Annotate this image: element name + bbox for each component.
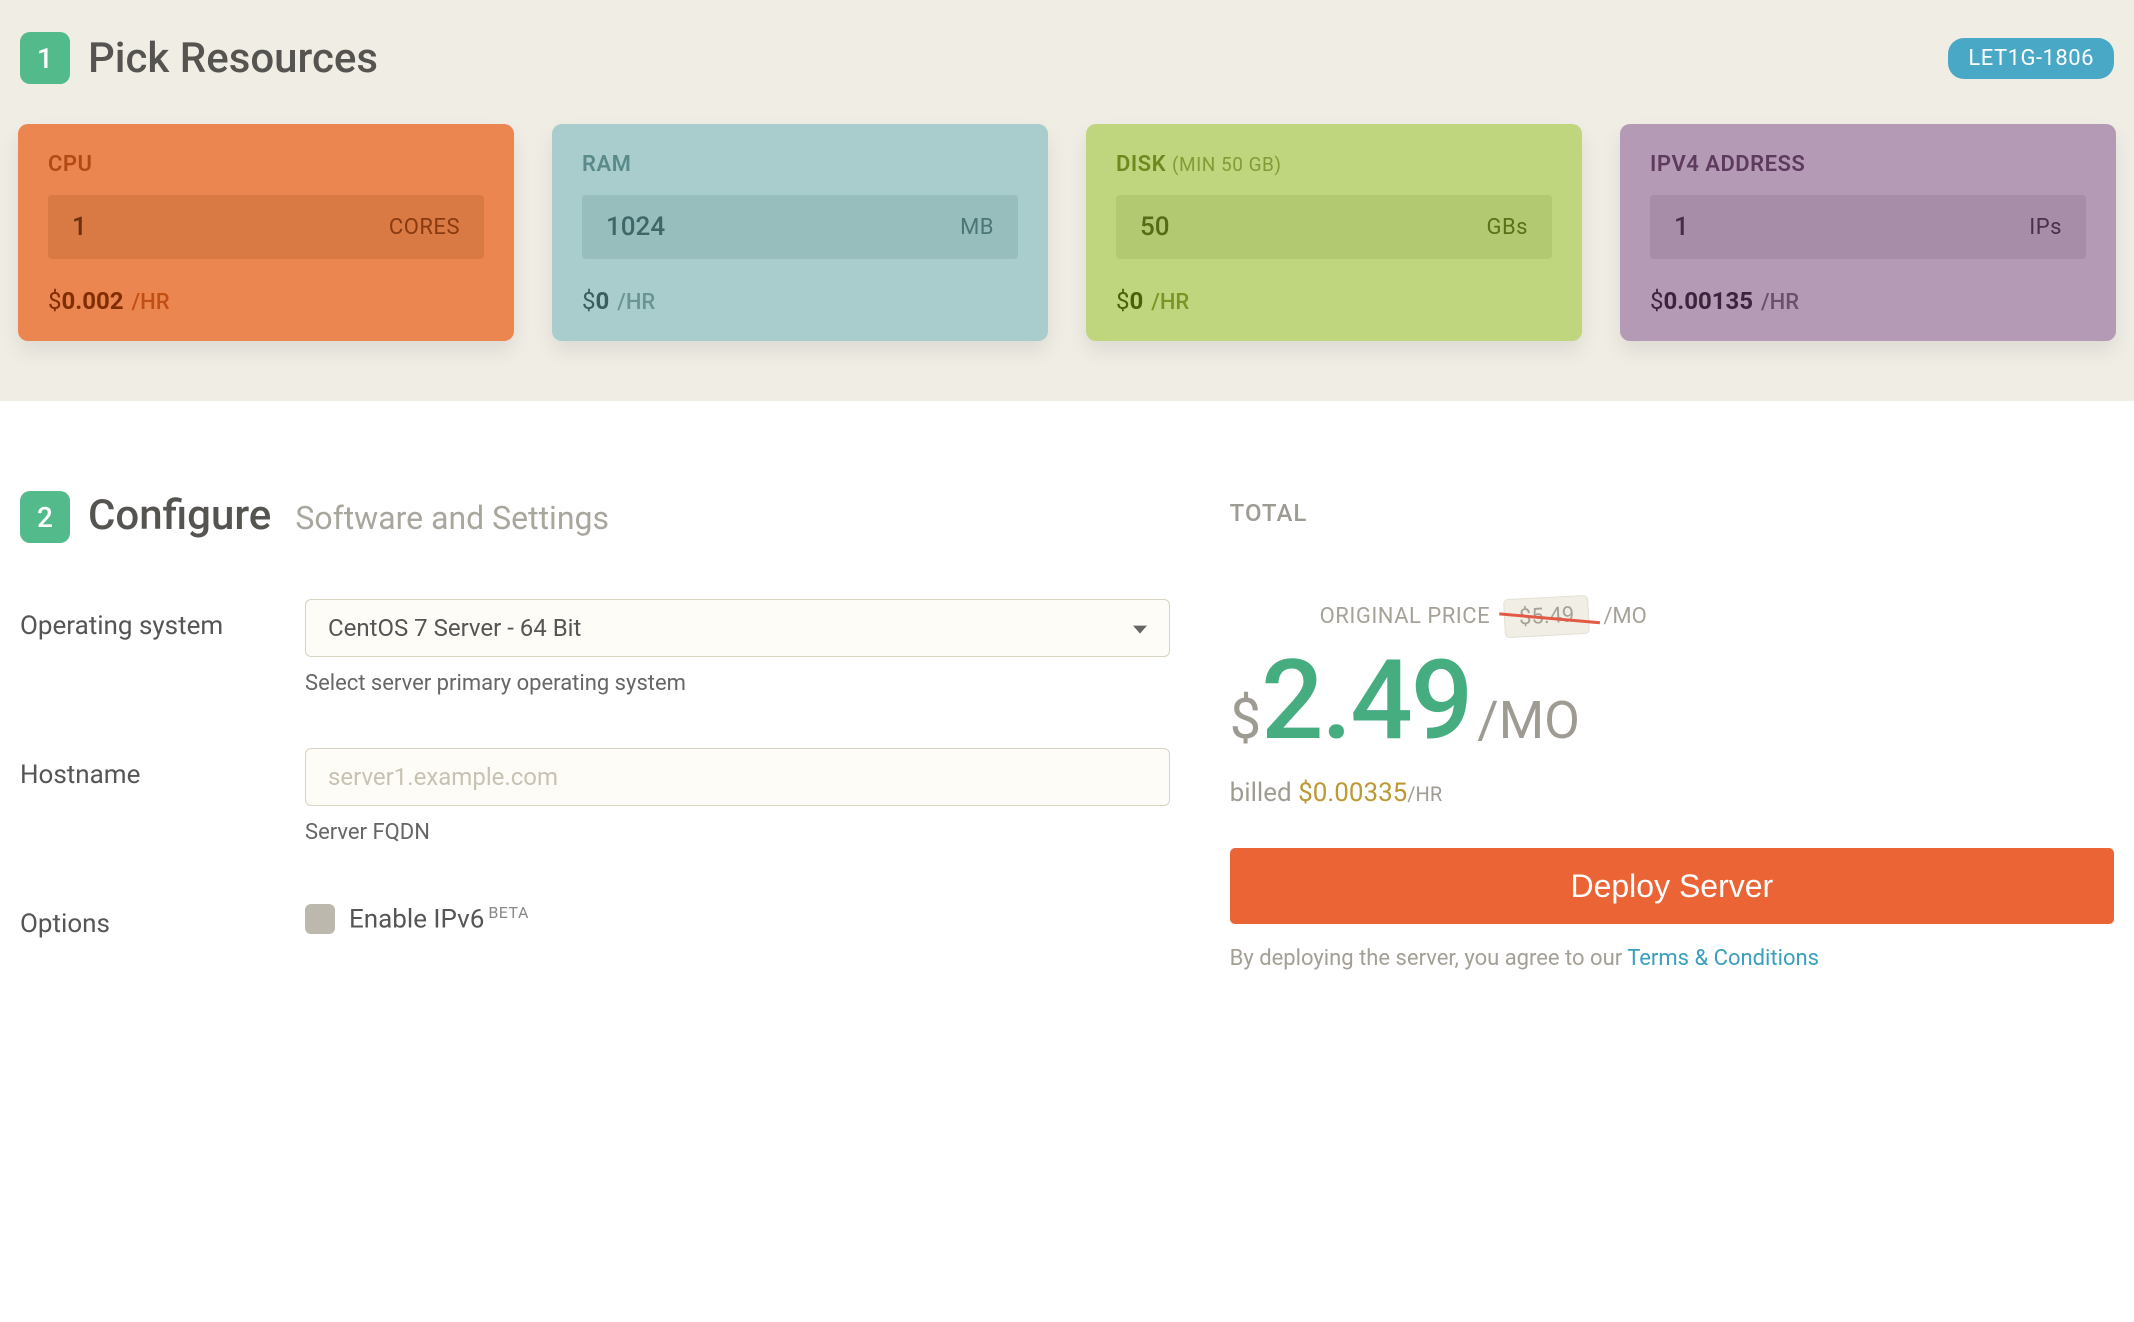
section1-header-left: 1 Pick Resources bbox=[20, 32, 378, 84]
original-price-value: $5.49 bbox=[1503, 595, 1590, 638]
section2-subtitle: Software and Settings bbox=[295, 499, 609, 537]
cpu-price: $0.002 /HR bbox=[48, 287, 484, 315]
resource-cards-row: CPU 1 CORES $0.002 /HR RAM 1024 MB bbox=[12, 124, 2122, 341]
cpu-input[interactable]: 1 CORES bbox=[48, 195, 484, 259]
billed-currency: $ bbox=[1298, 778, 1313, 808]
options-row: Options Enable IPv6BETA bbox=[20, 897, 1170, 939]
original-price-row: ORIGINAL PRICE $5.49 /MO bbox=[1230, 597, 2114, 636]
section2-header: 2 Configure Software and Settings bbox=[20, 491, 1170, 543]
disk-value: 50 bbox=[1140, 212, 1486, 242]
ipv6-option[interactable]: Enable IPv6BETA bbox=[305, 897, 1170, 935]
section1-header: 1 Pick Resources LET1G-1806 bbox=[12, 12, 2122, 124]
cpu-label-text: CPU bbox=[48, 152, 92, 177]
billed-row: billed $0.00335/HR bbox=[1230, 778, 2114, 808]
disk-label-sub: (MIN 50 GB) bbox=[1172, 153, 1282, 176]
ip-unit: IPs bbox=[2029, 215, 2062, 240]
cpu-label: CPU bbox=[48, 152, 484, 177]
terms-link[interactable]: Terms & Conditions bbox=[1627, 946, 1819, 971]
legal-text: By deploying the server, you agree to ou… bbox=[1230, 942, 2114, 975]
hostname-row: Hostname Server FQDN bbox=[20, 748, 1170, 845]
disk-input[interactable]: 50 GBs bbox=[1116, 195, 1552, 259]
pricing-panel: TOTAL ORIGINAL PRICE $5.49 /MO $ 2.49 /M… bbox=[1230, 491, 2114, 991]
original-price-per: /MO bbox=[1603, 604, 1646, 629]
ram-price-per: /HR bbox=[617, 290, 655, 315]
ram-value: 1024 bbox=[606, 212, 960, 242]
promo-code-badge[interactable]: LET1G-1806 bbox=[1948, 38, 2114, 79]
cpu-value: 1 bbox=[72, 212, 389, 242]
price-currency: $ bbox=[1230, 686, 1261, 752]
section1-title: Pick Resources bbox=[88, 34, 378, 83]
ipv6-checkbox-label: Enable IPv6BETA bbox=[349, 903, 529, 935]
step-1-badge: 1 bbox=[20, 32, 70, 84]
cpu-price-per: /HR bbox=[132, 290, 170, 315]
ip-price: $0.00135 /HR bbox=[1650, 287, 2086, 315]
ram-card: RAM 1024 MB $0 /HR bbox=[552, 124, 1048, 341]
ip-price-per: /HR bbox=[1761, 290, 1799, 315]
step-2-badge: 2 bbox=[20, 491, 70, 543]
ip-label: IPV4 ADDRESS bbox=[1650, 152, 2086, 177]
disk-currency: $ bbox=[1116, 287, 1130, 315]
disk-card: DISK (MIN 50 GB) 50 GBs $0 /HR bbox=[1086, 124, 1582, 341]
ipv6-checkbox[interactable] bbox=[305, 904, 335, 934]
ram-currency: $ bbox=[582, 287, 596, 315]
deploy-server-button[interactable]: Deploy Server bbox=[1230, 848, 2114, 924]
hostname-input[interactable] bbox=[305, 748, 1170, 806]
total-label: TOTAL bbox=[1230, 499, 2114, 527]
ip-input[interactable]: 1 IPs bbox=[1650, 195, 2086, 259]
price-amount: 2.49 bbox=[1261, 646, 1471, 756]
cpu-currency: $ bbox=[48, 287, 62, 315]
billed-prefix: billed bbox=[1230, 778, 1292, 808]
disk-price-amount: 0 bbox=[1130, 287, 1144, 315]
ram-price-amount: 0 bbox=[596, 287, 610, 315]
ram-label-text: RAM bbox=[582, 152, 631, 177]
disk-label: DISK (MIN 50 GB) bbox=[1116, 152, 1552, 177]
cpu-price-amount: 0.002 bbox=[62, 287, 124, 315]
billed-per: /HR bbox=[1407, 782, 1442, 806]
ip-price-amount: 0.00135 bbox=[1664, 287, 1754, 315]
billed-amount: 0.00335 bbox=[1313, 778, 1408, 808]
disk-label-text: DISK bbox=[1116, 152, 1166, 177]
current-price: $ 2.49 /MO bbox=[1230, 646, 2114, 756]
disk-price: $0 /HR bbox=[1116, 287, 1552, 315]
legal-prefix: By deploying the server, you agree to ou… bbox=[1230, 946, 1628, 971]
ipv6-label-text: Enable IPv6 bbox=[349, 905, 484, 935]
chevron-down-icon bbox=[1133, 626, 1147, 634]
os-row: Operating system CentOS 7 Server - 64 Bi… bbox=[20, 599, 1170, 696]
hostname-label: Hostname bbox=[20, 748, 305, 845]
ip-value: 1 bbox=[1674, 212, 2029, 242]
configure-form: 2 Configure Software and Settings Operat… bbox=[20, 491, 1170, 991]
disk-price-per: /HR bbox=[1151, 290, 1189, 315]
ram-unit: MB bbox=[960, 215, 994, 240]
pick-resources-section: 1 Pick Resources LET1G-1806 CPU 1 CORES … bbox=[0, 0, 2134, 401]
hostname-help-text: Server FQDN bbox=[305, 820, 1170, 845]
beta-badge: BETA bbox=[488, 903, 529, 922]
ip-card: IPV4 ADDRESS 1 IPs $0.00135 /HR bbox=[1620, 124, 2116, 341]
cpu-card: CPU 1 CORES $0.002 /HR bbox=[18, 124, 514, 341]
cpu-unit: CORES bbox=[389, 215, 460, 240]
os-help-text: Select server primary operating system bbox=[305, 671, 1170, 696]
ip-label-text: IPV4 ADDRESS bbox=[1650, 152, 1805, 177]
section2-title: Configure bbox=[88, 491, 271, 540]
price-per: /MO bbox=[1477, 690, 1580, 751]
ram-input[interactable]: 1024 MB bbox=[582, 195, 1018, 259]
os-selected-value: CentOS 7 Server - 64 Bit bbox=[328, 614, 581, 642]
ip-currency: $ bbox=[1650, 287, 1664, 315]
ram-label: RAM bbox=[582, 152, 1018, 177]
ram-price: $0 /HR bbox=[582, 287, 1018, 315]
disk-unit: GBs bbox=[1486, 215, 1528, 240]
options-label: Options bbox=[20, 897, 305, 939]
os-label: Operating system bbox=[20, 599, 305, 696]
os-select[interactable]: CentOS 7 Server - 64 Bit bbox=[305, 599, 1170, 657]
original-price-label: ORIGINAL PRICE bbox=[1320, 604, 1490, 629]
configure-section: 2 Configure Software and Settings Operat… bbox=[0, 401, 2134, 1031]
